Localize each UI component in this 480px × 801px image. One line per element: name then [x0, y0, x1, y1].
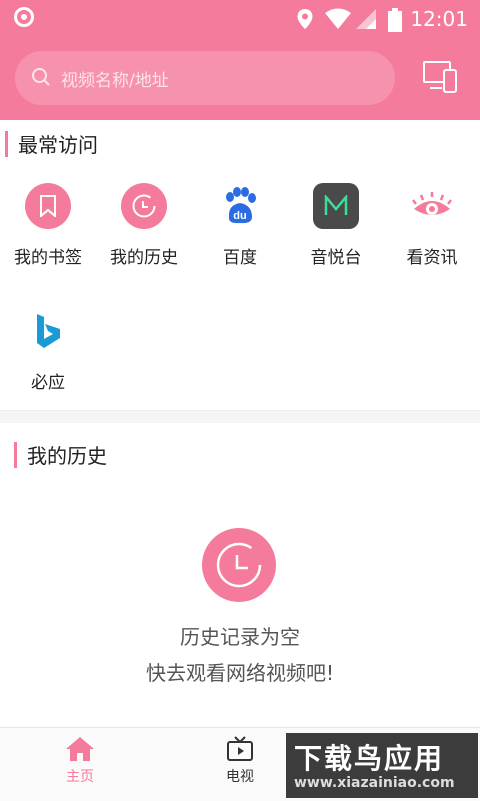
grid-item-news[interactable]: 看资讯: [384, 183, 480, 268]
battery-icon: [388, 8, 402, 32]
grid-item-yinyuetai[interactable]: 音悦台: [288, 183, 384, 268]
nav-item-home[interactable]: 主页: [40, 736, 120, 786]
empty-history-line1: 历史记录为空: [180, 625, 300, 649]
empty-history-icon: [202, 528, 276, 602]
history-title: 我的历史: [27, 444, 107, 468]
grid-item-bing[interactable]: 必应: [0, 308, 96, 393]
top-header: 视频名称/地址: [0, 38, 480, 120]
grid-item-label: 看资讯: [406, 248, 458, 268]
signal-icon: [356, 9, 376, 29]
search-placeholder: 视频名称/地址: [61, 71, 169, 91]
section-accent-bar: [5, 130, 8, 157]
bookmark-icon: [25, 183, 71, 229]
notification-icon: [14, 7, 34, 27]
yinyuetai-icon: [313, 183, 359, 229]
eye-icon: [409, 183, 455, 229]
grid-item-history[interactable]: 我的历史: [96, 183, 192, 268]
section-divider: [0, 410, 480, 423]
wifi-icon: [325, 8, 351, 29]
search-bar[interactable]: 视频名称/地址: [15, 51, 395, 105]
history-section-title: 我的历史: [14, 440, 107, 469]
grid-item-bookmarks[interactable]: 我的书签: [0, 183, 96, 268]
tv-icon: [227, 736, 253, 761]
empty-history-line2: 快去观看网络视频吧!: [145, 661, 335, 685]
grid-item-label: 我的书签: [14, 248, 82, 268]
history-icon: [121, 183, 167, 229]
grid-item-label: 必应: [31, 373, 65, 393]
watermark: 下载鸟应用 www.xiazainiao.com: [286, 733, 478, 798]
watermark-title: 下载鸟应用: [294, 742, 445, 775]
grid-item-label: 百度: [223, 248, 257, 268]
search-icon: [32, 68, 50, 86]
grid-item-baidu[interactable]: du 百度: [192, 183, 288, 268]
status-bar: 12:01: [0, 0, 480, 38]
nav-item-tv[interactable]: 电视: [200, 736, 280, 786]
frequent-section-title: 最常访问: [5, 129, 98, 158]
section-accent-bar: [14, 441, 17, 468]
baidu-icon: du: [217, 183, 263, 229]
multi-screen-icon[interactable]: [422, 58, 458, 94]
grid-item-label: 音悦台: [310, 248, 362, 268]
home-icon: [66, 737, 94, 761]
status-time: 12:01: [410, 7, 468, 31]
grid-item-label: 我的历史: [110, 248, 178, 268]
frequent-title: 最常访问: [18, 133, 98, 157]
nav-item-label: 主页: [66, 769, 94, 785]
watermark-site: www.xiazainiao.com: [294, 775, 455, 791]
location-icon: [297, 9, 313, 29]
nav-item-label: 电视: [226, 769, 254, 785]
bing-icon: [25, 308, 71, 354]
svg-text:du: du: [233, 210, 246, 222]
